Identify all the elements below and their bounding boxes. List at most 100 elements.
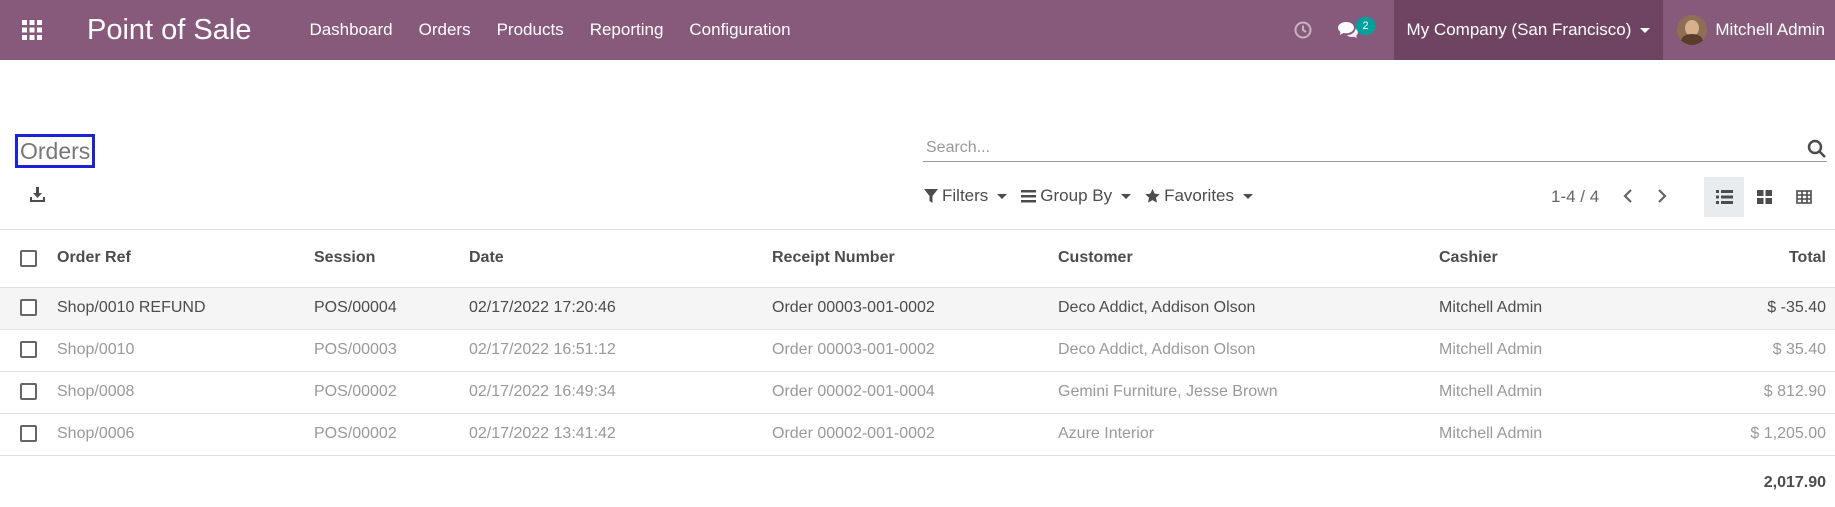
menu-item-dashboard[interactable]: Dashboard [309,20,392,40]
filters-label: Filters [942,186,989,205]
cell-date: 02/17/2022 17:20:46 [469,287,772,330]
row-select-cell [0,329,57,372]
cell-cashier: Mitchell Admin [1439,287,1659,330]
user-menu[interactable]: Mitchell Admin [1663,0,1835,60]
table-view-icon [1796,190,1812,204]
search-options: Filters Group By Favorites [924,186,1267,206]
cell-date: 02/17/2022 16:49:34 [469,371,772,414]
company-switcher[interactable]: My Company (San Francisco) [1393,0,1664,60]
cell-session: POS/00002 [314,413,469,456]
chat-icon [1337,21,1358,38]
filters-button[interactable]: Filters [924,186,1008,206]
download-icon[interactable] [30,187,45,207]
list-icon [1021,189,1037,202]
cell-date: 02/17/2022 13:41:42 [469,413,772,456]
cell-order-ref: Shop/0010 [57,329,314,372]
view-switcher [1704,177,1824,217]
row-select-cell [0,371,57,414]
kanban-view-icon [1756,190,1772,204]
select-all-checkbox[interactable] [20,249,37,267]
cell-order-ref: Shop/0006 [57,413,314,456]
kanban-view-button[interactable] [1744,177,1784,217]
favorites-button[interactable]: Favorites [1145,186,1254,206]
cell-session: POS/00003 [314,329,469,372]
cell-receipt-number: Order 00002-001-0004 [772,371,1058,414]
list-view-icon [1715,190,1733,204]
row-select-cell [0,413,57,456]
column-header-date[interactable]: Date [469,230,772,288]
cell-total: $ 812.90 [1659,371,1835,414]
top-navbar: Point of Sale Dashboard Orders Products … [0,0,1835,60]
row-checkbox[interactable] [20,383,37,401]
column-header-order-ref[interactable]: Order Ref [57,230,314,288]
table-row[interactable]: Shop/0010 REFUND POS/00004 02/17/2022 17… [0,287,1835,330]
table-row[interactable]: Shop/0010 POS/00003 02/17/2022 16:51:12 … [0,329,1835,372]
table-row[interactable]: Shop/0006 POS/00002 02/17/2022 13:41:42 … [0,413,1835,456]
menu-item-reporting[interactable]: Reporting [590,20,664,40]
menu-item-products[interactable]: Products [497,20,564,40]
clock-icon[interactable] [1290,0,1316,60]
main-menu: Dashboard Orders Products Reporting Conf… [309,20,816,40]
group-by-button[interactable]: Group By [1021,186,1132,206]
table-footer-row: 2,017.90 [0,455,1835,507]
cell-date: 02/17/2022 16:51:12 [469,329,772,372]
search-input[interactable] [923,136,1793,160]
chevron-down-icon [1243,193,1254,199]
search-bar [923,136,1827,162]
chevron-down-icon [997,193,1008,199]
cell-customer: Deco Addict, Addison Olson [1058,287,1439,330]
chat-button[interactable]: 2 [1337,0,1376,60]
app-brand[interactable]: Point of Sale [87,14,251,47]
orders-list: Order Ref Session Date Receipt Number Cu… [0,230,1835,507]
company-name: My Company (San Francisco) [1406,20,1632,39]
cell-cashier: Mitchell Admin [1439,329,1659,372]
table-row[interactable]: Shop/0008 POS/00002 02/17/2022 16:49:34 … [0,371,1835,414]
menu-item-orders[interactable]: Orders [419,20,471,40]
cell-session: POS/00004 [314,287,469,330]
cell-total: $ 35.40 [1659,329,1835,372]
cell-receipt-number: Order 00003-001-0002 [772,329,1058,372]
cell-receipt-number: Order 00003-001-0002 [772,287,1058,330]
cell-customer: Gemini Furniture, Jesse Brown [1058,371,1439,414]
user-name: Mitchell Admin [1715,20,1825,39]
chevron-right-icon[interactable] [1656,188,1668,209]
row-checkbox[interactable] [20,425,37,443]
star-icon [1145,189,1160,203]
cell-cashier: Mitchell Admin [1439,413,1659,456]
cell-cashier: Mitchell Admin [1439,371,1659,414]
row-checkbox[interactable] [20,341,37,359]
pivot-view-button[interactable] [1784,177,1824,217]
group-by-label: Group By [1040,186,1113,205]
column-header-cashier[interactable]: Cashier [1439,230,1659,288]
search-icon[interactable] [1807,139,1827,164]
chevron-down-icon [1121,193,1132,199]
column-header-session[interactable]: Session [314,230,469,288]
cell-customer: Deco Addict, Addison Olson [1058,329,1439,372]
menu-item-configuration[interactable]: Configuration [689,20,790,40]
cell-session: POS/00002 [314,371,469,414]
cell-total: $ 1,205.00 [1659,413,1835,456]
orders-table: Order Ref Session Date Receipt Number Cu… [0,230,1835,507]
avatar [1677,15,1708,45]
page-title-box: Orders [15,134,96,168]
control-panel: Orders Filters Group By Favorites [0,60,1835,230]
chevron-left-icon[interactable] [1622,188,1634,209]
cell-customer: Azure Interior [1058,413,1439,456]
filter-icon [924,189,938,203]
row-select-cell [0,287,57,330]
column-header-total[interactable]: Total [1659,230,1835,288]
grand-total: 2,017.90 [1763,473,1826,491]
chevron-down-icon [1640,27,1651,33]
list-view-button[interactable] [1704,177,1744,217]
navbar-right: 2 My Company (San Francisco) Mitchell Ad… [1290,0,1835,60]
apps-grid-icon[interactable] [0,0,64,60]
cell-receipt-number: Order 00002-001-0002 [772,413,1058,456]
page-title: Orders [20,138,91,164]
select-all-cell [0,230,57,288]
column-header-customer[interactable]: Customer [1058,230,1439,288]
table-header-row: Order Ref Session Date Receipt Number Cu… [0,230,1835,288]
pager-value[interactable]: 1-4 / 4 [1551,187,1599,207]
chat-count-badge: 2 [1355,17,1376,35]
row-checkbox[interactable] [20,299,37,317]
column-header-receipt-number[interactable]: Receipt Number [772,230,1058,288]
